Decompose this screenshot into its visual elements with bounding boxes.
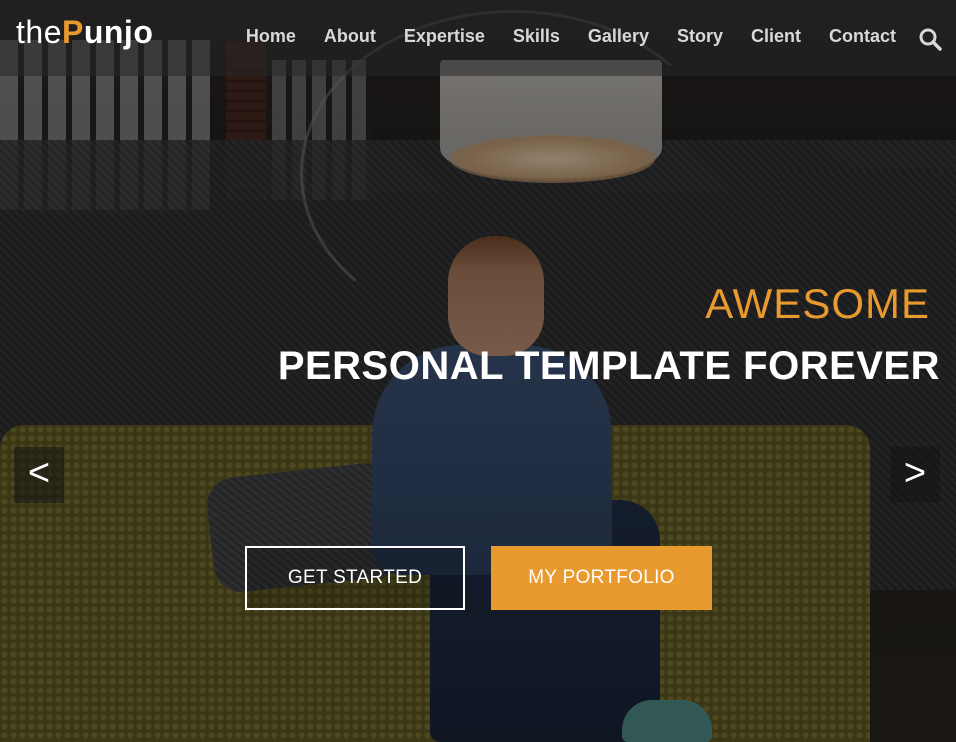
nav-item-contact[interactable]: Contact bbox=[829, 26, 896, 47]
slider-prev-button[interactable]: < bbox=[14, 447, 64, 503]
logo-prefix: the bbox=[16, 14, 62, 50]
nav-item-expertise[interactable]: Expertise bbox=[404, 26, 485, 47]
nav-item-client[interactable]: Client bbox=[751, 26, 801, 47]
hero-slider: thePunjo Home About Expertise Skills Gal… bbox=[0, 0, 956, 742]
my-portfolio-button[interactable]: MY PORTFOLIO bbox=[491, 546, 712, 610]
search-button[interactable] bbox=[918, 27, 942, 51]
hero-subtitle: AWESOME bbox=[705, 280, 930, 327]
nav-item-skills[interactable]: Skills bbox=[513, 26, 560, 47]
hero-title: PERSONAL TEMPLATE FOREVER bbox=[277, 344, 940, 388]
logo-suffix: unjo bbox=[83, 14, 154, 50]
nav-item-home[interactable]: Home bbox=[246, 26, 296, 47]
get-started-button[interactable]: GET STARTED bbox=[245, 546, 465, 610]
nav-item-story[interactable]: Story bbox=[677, 26, 723, 47]
site-logo[interactable]: thePunjo bbox=[16, 14, 153, 51]
top-navbar: thePunjo Home About Expertise Skills Gal… bbox=[0, 0, 956, 76]
nav-item-about[interactable]: About bbox=[324, 26, 376, 47]
logo-highlight: P bbox=[61, 14, 84, 50]
search-icon bbox=[919, 28, 942, 51]
main-nav: Home About Expertise Skills Gallery Stor… bbox=[246, 26, 896, 47]
slider-next-button[interactable]: > bbox=[890, 447, 940, 503]
nav-item-gallery[interactable]: Gallery bbox=[588, 26, 649, 47]
